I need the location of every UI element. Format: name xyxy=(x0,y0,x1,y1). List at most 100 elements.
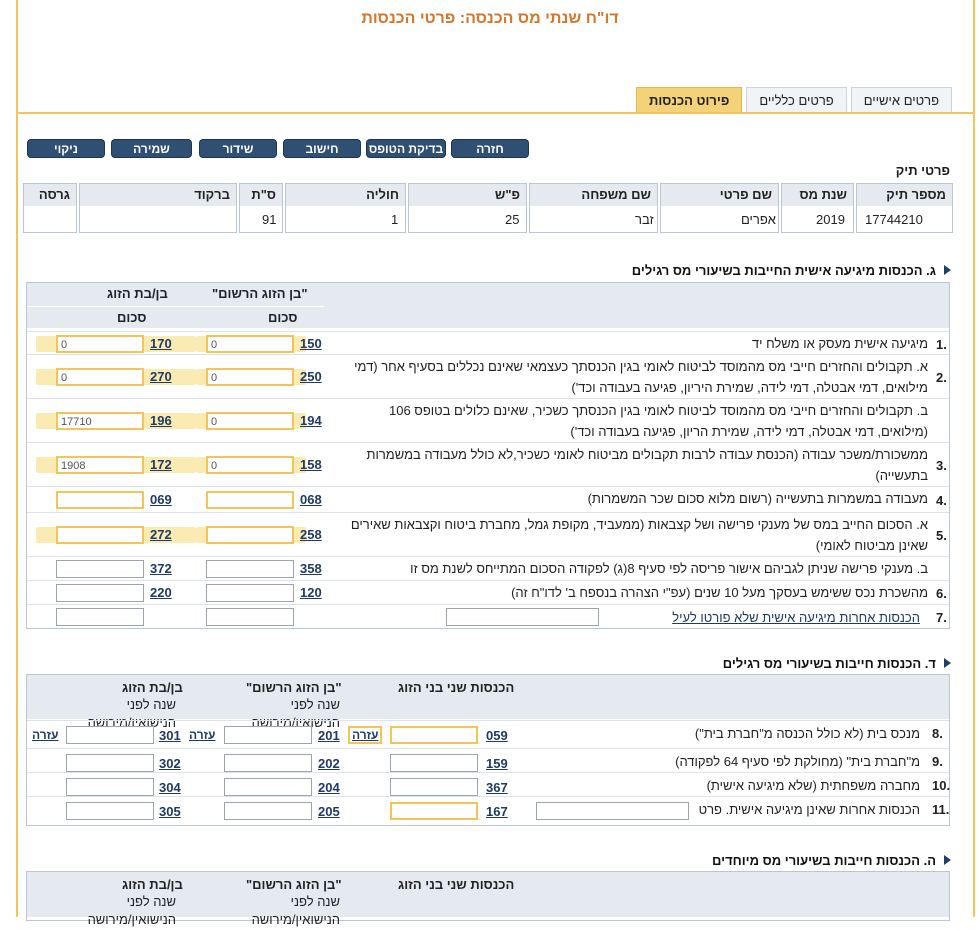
h-spouse-header: בן/בת הזוג xyxy=(122,877,183,892)
last-name-box: שם משפחה זבר xyxy=(529,183,658,233)
d-reg-spouse-header: "בן הזוג הרשום" xyxy=(246,680,342,695)
d-field-code-reg[interactable]: 202 xyxy=(318,756,340,771)
page-title: דו"ח שנתי מס הכנסה: פרטי הכנסות xyxy=(361,10,619,27)
g-field-code-spouse[interactable]: 270 xyxy=(150,369,172,384)
g-row-text: מיגיעה אישית מעסק או משלח יד xyxy=(751,336,928,351)
d-both-spouses-input[interactable] xyxy=(390,754,478,772)
g-reg-spouse-input[interactable]: 0 xyxy=(206,335,294,353)
g-row-text: ב. תקבולים והחזרים חייבי מס מהמוסד לביטו… xyxy=(388,403,928,439)
g-field-code-spouse[interactable]: 220 xyxy=(150,585,172,600)
section-h-arrow-icon xyxy=(944,855,951,865)
d-field-code-spouse[interactable]: 301 xyxy=(159,728,181,743)
g-row-text: ב. מענקי פרישה שניתן לגביהם אישור פריסה … xyxy=(410,561,928,576)
g-reg-spouse-input[interactable]: 0 xyxy=(206,412,294,430)
g-reg-spouse-input[interactable] xyxy=(206,608,294,626)
g-spouse-input[interactable]: 1908 xyxy=(56,456,144,474)
back-button[interactable]: חזרה xyxy=(451,139,529,158)
d-other-description-input[interactable] xyxy=(536,802,689,820)
d-reg-spouse-input[interactable] xyxy=(224,802,312,820)
d-row-text: מחברה משפחתית (שלא מיגיעה אישית) xyxy=(706,778,920,793)
d-field-code-reg[interactable]: 205 xyxy=(318,804,340,819)
g-field-code-spouse[interactable]: 069 xyxy=(150,492,172,507)
g-spouse-input[interactable] xyxy=(56,491,144,509)
g-field-code-reg[interactable]: 258 xyxy=(300,527,322,542)
d-spouse-input[interactable] xyxy=(66,802,154,820)
d-spouse-input[interactable] xyxy=(66,778,154,796)
cholia-box: חוליה 1 xyxy=(285,183,406,233)
d-field-code-spouse[interactable]: 302 xyxy=(159,756,181,771)
save-button[interactable]: שמירה xyxy=(111,139,192,158)
d-reg-spouse-input[interactable] xyxy=(224,778,312,796)
section-g-arrow-icon xyxy=(944,265,951,275)
d-help-link-reg[interactable]: עזרה xyxy=(189,728,215,742)
g-row-text[interactable]: הכנסות אחרות מיגיעה אישית שלא פורטו לעיל xyxy=(600,607,920,628)
d-help-link-both[interactable]: עזרה xyxy=(348,726,383,744)
g-spouse-input[interactable]: 0 xyxy=(56,368,144,386)
broadcast-button[interactable]: שידור xyxy=(199,139,277,158)
g-spouse-input[interactable] xyxy=(56,584,144,602)
d-field-code-reg[interactable]: 201 xyxy=(318,728,340,743)
g-field-code-spouse[interactable]: 272 xyxy=(150,527,172,542)
g-reg-spouse-input[interactable]: 0 xyxy=(206,456,294,474)
d-both-spouses-input[interactable] xyxy=(390,726,478,744)
g-sum-header-1: סכום xyxy=(268,310,298,325)
g-reg-spouse-input[interactable]: 0 xyxy=(206,368,294,386)
d-row-divider xyxy=(27,772,949,773)
g-spouse-input[interactable] xyxy=(56,560,144,578)
g-reg-spouse-input[interactable] xyxy=(206,491,294,509)
cholia-value: 1 xyxy=(391,212,399,227)
d-both-spouses-input[interactable] xyxy=(390,778,478,796)
d-field-code-spouse[interactable]: 304 xyxy=(159,780,181,795)
g-field-code-reg[interactable]: 120 xyxy=(300,585,322,600)
barcode-box: ברקוד xyxy=(79,183,237,233)
g-reg-spouse-input[interactable] xyxy=(206,584,294,602)
d-field-code-both[interactable]: 367 xyxy=(486,780,508,795)
d-spouse-input[interactable] xyxy=(66,754,154,772)
g-field-code-reg[interactable]: 150 xyxy=(300,336,322,351)
d-row-divider xyxy=(27,720,949,721)
d-reg-spouse-input[interactable] xyxy=(224,754,312,772)
calc-button[interactable]: חישוב xyxy=(283,139,361,158)
d-field-code-both[interactable]: 059 xyxy=(486,728,508,743)
tab-income-details[interactable]: פירוט הכנסות xyxy=(636,87,743,112)
d-row-number: 10. xyxy=(932,778,951,793)
g-spouse-input[interactable]: 17710 xyxy=(56,412,144,430)
g-field-code-reg[interactable]: 250 xyxy=(300,369,322,384)
g-field-code-reg[interactable]: 158 xyxy=(300,457,322,472)
g-field-code-spouse[interactable]: 196 xyxy=(150,413,172,428)
d-spouse-input[interactable] xyxy=(66,726,154,744)
g-reg-spouse-input[interactable] xyxy=(206,560,294,578)
g-field-code-spouse[interactable]: 372 xyxy=(150,561,172,576)
clear-button[interactable]: ניקוי xyxy=(27,139,105,158)
form-check-button[interactable]: בדיקת הטופס xyxy=(366,139,446,158)
d-both-spouses-input[interactable] xyxy=(390,802,478,820)
g-row-number: 3. xyxy=(936,458,947,473)
d-reg-spouse-input[interactable] xyxy=(224,726,312,744)
g-spouse-input[interactable]: 0 xyxy=(56,335,144,353)
g-spouse-input[interactable] xyxy=(56,526,144,544)
g-field-code-reg[interactable]: 194 xyxy=(300,413,322,428)
g-row-text: ממשכורת/משכר עבודה (הכנסת עבודה לרבות תק… xyxy=(366,447,928,483)
d-field-code-spouse[interactable]: 305 xyxy=(159,804,181,819)
g-field-code-spouse[interactable]: 170 xyxy=(150,336,172,351)
g-spouse-input[interactable] xyxy=(56,608,144,626)
st-value: 91 xyxy=(262,212,277,227)
version-box: גרסה xyxy=(23,183,77,233)
d-field-code-both[interactable]: 159 xyxy=(486,756,508,771)
d-help-link-spouse[interactable]: עזרה xyxy=(32,728,58,742)
g-field-code-reg[interactable]: 358 xyxy=(300,561,322,576)
g-other-description-input[interactable] xyxy=(446,608,599,626)
g-row-divider xyxy=(27,486,949,487)
last-name-label: שם משפחה xyxy=(530,184,657,206)
g-row-text: א. הסכום החייב במס של מענקי פרישה ושל קצ… xyxy=(350,517,928,553)
tab-general-details[interactable]: פרטים כלליים xyxy=(746,87,847,112)
tab-personal-details[interactable]: פרטים אישיים xyxy=(850,87,952,112)
d-field-code-both[interactable]: 167 xyxy=(486,804,508,819)
section-h-title: ה. הכנסות חייבות בשיעורי מס מיוחדים xyxy=(712,853,936,868)
g-field-code-spouse[interactable]: 172 xyxy=(150,457,172,472)
g-reg-spouse-input[interactable] xyxy=(206,526,294,544)
section-d-title: ד. הכנסות חייבות בשיעורי מס רגילים xyxy=(722,656,936,671)
g-field-code-reg[interactable]: 068 xyxy=(300,492,322,507)
d-row-divider xyxy=(27,796,949,797)
d-field-code-reg[interactable]: 204 xyxy=(318,780,340,795)
